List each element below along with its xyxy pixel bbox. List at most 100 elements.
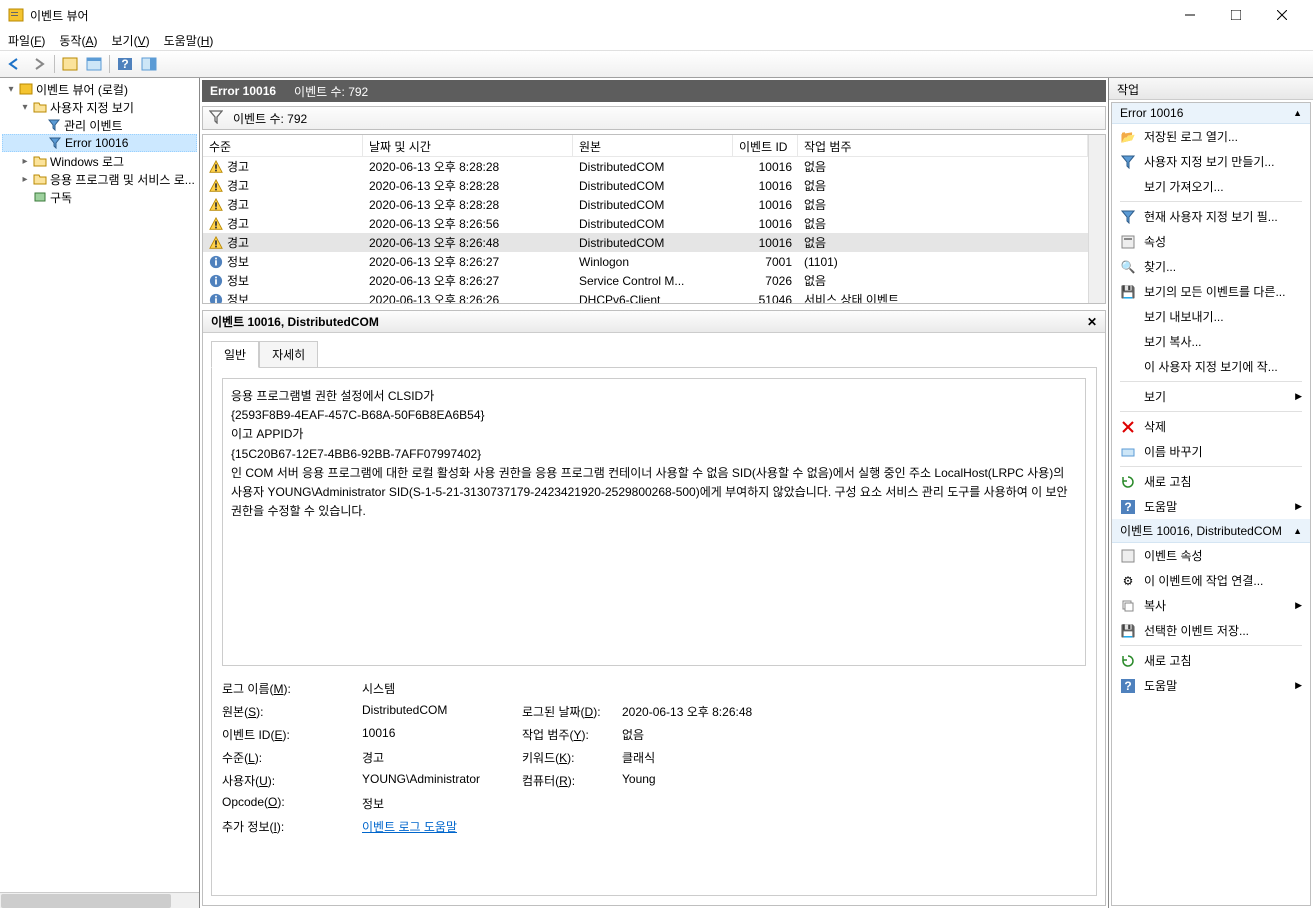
detail-close-button[interactable]: ✕ [1087,315,1097,329]
action-group-error10016[interactable]: Error 10016 ▲ [1112,103,1310,124]
grid-vscrollbar[interactable] [1088,135,1105,303]
maximize-button[interactable] [1213,0,1259,30]
cell-date: 2020-06-13 오후 8:26:48 [363,234,573,251]
action-copy[interactable]: 복사▶ [1112,593,1310,618]
action-help[interactable]: ?도움말▶ [1112,494,1310,519]
cell-date: 2020-06-13 오후 8:26:27 [363,272,573,289]
menu-view[interactable]: 보기(V) [112,32,150,49]
detail-fields: 로그 이름(M): 시스템 원본(S): DistributedCOM 로그된 … [222,680,1086,835]
collapse-icon[interactable]: ▲ [1293,108,1302,118]
grid-body[interactable]: 경고2020-06-13 오후 8:28:28DistributedCOM100… [203,157,1088,303]
action-refresh[interactable]: 새로 고침 [1112,469,1310,494]
action-import-view[interactable]: 보기 가져오기... [1112,174,1310,199]
action-save-selected[interactable]: 💾선택한 이벤트 저장... [1112,618,1310,643]
tree-windows-logs[interactable]: ▸ Windows 로그 [2,152,197,170]
action-delete[interactable]: 삭제 [1112,414,1310,439]
action-attach-task[interactable]: ⚙이 이벤트에 작업 연결... [1112,568,1310,593]
table-row[interactable]: 경고2020-06-13 오후 8:28:28DistributedCOM100… [203,195,1088,214]
arrow-right-icon: ▶ [1295,391,1302,402]
link-eventlog-help[interactable]: 이벤트 로그 도움말 [362,818,522,835]
action-group-event[interactable]: 이벤트 10016, DistributedCOM ▲ [1112,519,1310,543]
table-row[interactable]: 경고2020-06-13 오후 8:28:28DistributedCOM100… [203,157,1088,176]
action-create-custom-view[interactable]: 사용자 지정 보기 만들기... [1112,149,1310,174]
svg-text:?: ? [121,57,128,71]
minimize-button[interactable] [1167,0,1213,30]
refresh-icon [1120,653,1136,669]
tree-pane: ▾ 이벤트 뷰어 (로컬) ▾ 사용자 지정 보기 관리 이벤트 Error 1… [0,78,200,908]
action-properties[interactable]: 속성 [1112,229,1310,254]
svg-text:?: ? [1124,500,1131,514]
tree-label: 구독 [50,189,72,206]
val-logname: 시스템 [362,680,522,697]
action-open-saved-log[interactable]: 📂저장된 로그 열기... [1112,124,1310,149]
tree-app-service-logs[interactable]: ▸ 응용 프로그램 및 서비스 로... [2,170,197,188]
table-row[interactable]: 정보2020-06-13 오후 8:26:27Winlogon7001(1101… [203,252,1088,271]
center-count: 이벤트 수: 792 [294,83,368,100]
tree-root[interactable]: ▾ 이벤트 뷰어 (로컬) [2,80,197,98]
expander-icon[interactable]: ▸ [18,174,32,185]
col-level[interactable]: 수준 [203,135,363,156]
menu-action[interactable]: 동작(A) [59,32,97,49]
col-id[interactable]: 이벤트 ID [733,135,798,156]
back-button[interactable] [4,53,26,75]
cell-id: 10016 [733,217,798,231]
lbl-source: 원본(S): [222,703,362,720]
cell-id: 10016 [733,198,798,212]
action-filter-current[interactable]: 현재 사용자 지정 보기 필... [1112,204,1310,229]
folder-icon [32,153,48,169]
tree-hscrollbar[interactable] [0,892,199,908]
tree-label: 관리 이벤트 [64,117,123,134]
expander-icon[interactable]: ▾ [4,84,18,95]
lbl-keywords: 키워드(K): [522,749,622,766]
cell-id: 10016 [733,236,798,250]
save-icon: 💾 [1120,623,1136,639]
action-attach-task-view[interactable]: 이 사용자 지정 보기에 작... [1112,354,1310,379]
help-button[interactable]: ? [114,53,136,75]
show-hide-tree-button[interactable] [59,53,81,75]
expander-icon[interactable]: ▾ [18,102,32,113]
menu-file[interactable]: 파일(F) [8,32,45,49]
content-area: ▾ 이벤트 뷰어 (로컬) ▾ 사용자 지정 보기 관리 이벤트 Error 1… [0,78,1313,908]
tab-general[interactable]: 일반 [211,341,259,368]
action-view-submenu[interactable]: 보기▶ [1112,384,1310,409]
table-row[interactable]: 경고2020-06-13 오후 8:28:28DistributedCOM100… [203,176,1088,195]
cell-task: 없음 [798,177,1088,194]
action-help-2[interactable]: ?도움말▶ [1112,673,1310,698]
expander-icon[interactable]: ▸ [18,156,32,167]
arrow-right-icon: ▶ [1295,600,1302,611]
forward-button[interactable] [28,53,50,75]
detail-title: 이벤트 10016, DistributedCOM [211,313,379,330]
col-source[interactable]: 원본 [573,135,733,156]
action-export-view[interactable]: 보기 내보내기... [1112,304,1310,329]
col-date[interactable]: 날짜 및 시간 [363,135,573,156]
action-find[interactable]: 🔍찾기... [1112,254,1310,279]
close-button[interactable] [1259,0,1305,30]
action-copy-view[interactable]: 보기 복사... [1112,329,1310,354]
collapse-icon[interactable]: ▲ [1293,526,1302,536]
tree-custom-views[interactable]: ▾ 사용자 지정 보기 [2,98,197,116]
action-save-all[interactable]: 💾보기의 모든 이벤트를 다른... [1112,279,1310,304]
properties-button[interactable] [83,53,105,75]
cell-source: Winlogon [573,255,733,269]
tree-error-10016[interactable]: Error 10016 [2,134,197,152]
lbl-computer: 컴퓨터(R): [522,772,622,789]
table-row[interactable]: 정보2020-06-13 오후 8:26:26DHCPv6-Client5104… [203,290,1088,303]
table-row[interactable]: 정보2020-06-13 오후 8:26:27Service Control M… [203,271,1088,290]
tree-admin-events[interactable]: 관리 이벤트 [2,116,197,134]
table-row[interactable]: 경고2020-06-13 오후 8:26:48DistributedCOM100… [203,233,1088,252]
val-user: YOUNG\Administrator [362,772,522,789]
tab-details[interactable]: 자세히 [259,341,318,368]
tree[interactable]: ▾ 이벤트 뷰어 (로컬) ▾ 사용자 지정 보기 관리 이벤트 Error 1… [0,78,199,892]
tree-subscriptions[interactable]: 구독 [2,188,197,206]
show-action-pane-button[interactable] [138,53,160,75]
menu-help[interactable]: 도움말(H) [164,32,214,49]
action-rename[interactable]: 이름 바꾸기 [1112,439,1310,464]
col-task[interactable]: 작업 범주 [798,135,1088,156]
grid-header[interactable]: 수준 날짜 및 시간 원본 이벤트 ID 작업 범주 [203,135,1088,157]
cell-source: Service Control M... [573,274,733,288]
val-source: DistributedCOM [362,703,522,720]
action-event-properties[interactable]: 이벤트 속성 [1112,543,1310,568]
action-refresh-2[interactable]: 새로 고침 [1112,648,1310,673]
tree-label: 응용 프로그램 및 서비스 로... [50,171,195,188]
table-row[interactable]: 경고2020-06-13 오후 8:26:56DistributedCOM100… [203,214,1088,233]
